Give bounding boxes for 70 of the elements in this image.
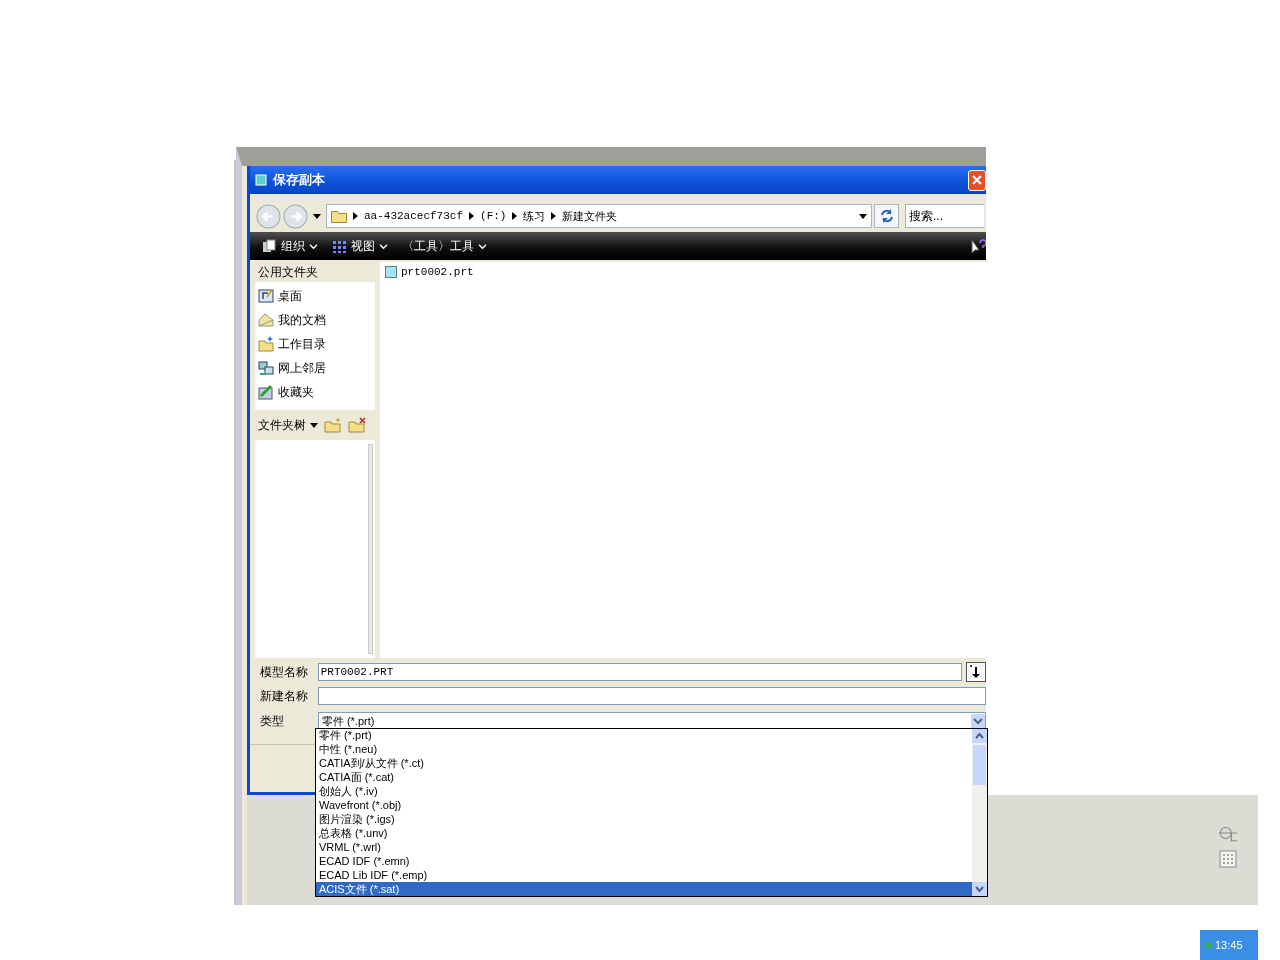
- dropdown-option[interactable]: ACIS文件 (*.sat): [316, 882, 972, 896]
- folder-tree-button[interactable]: 文件夹树: [258, 416, 318, 434]
- dropdown-option[interactable]: Wavefront (*.obj): [316, 798, 972, 812]
- model-name-field[interactable]: PRT0002.PRT: [317, 663, 963, 681]
- toolbar-button[interactable]: 组织: [262, 237, 318, 255]
- clock: 13:45: [1215, 939, 1243, 951]
- scrollbar[interactable]: [972, 729, 987, 896]
- field-label: 模型名称: [260, 663, 309, 681]
- dropdown-option[interactable]: 零件 (*.prt): [316, 728, 972, 742]
- dropdown-option[interactable]: CATIA面 (*.cat): [316, 770, 972, 784]
- chevron-icon[interactable]: [353, 212, 358, 220]
- help-icon[interactable]: [970, 238, 986, 254]
- sidebar-item[interactable]: 桌面: [255, 284, 375, 308]
- sidebar-item[interactable]: 收藏夹: [255, 380, 375, 404]
- close-button[interactable]: [968, 169, 986, 191]
- forward-icon[interactable]: [283, 203, 308, 229]
- dropdown-option[interactable]: CATIA到/从文件 (*.ct): [316, 756, 972, 770]
- breadcrumb[interactable]: (F:): [480, 210, 507, 222]
- favorites-icon: [258, 384, 274, 400]
- caret-icon: [478, 242, 487, 250]
- caret-icon[interactable]: [313, 213, 321, 219]
- dropdown-option[interactable]: 创始人 (*.iv): [316, 784, 972, 798]
- dropdown-option[interactable]: 总表格 (*.unv): [316, 826, 972, 840]
- breadcrumb[interactable]: aa-432acecf73cf: [364, 210, 464, 222]
- scroll-up-icon[interactable]: [972, 729, 987, 743]
- part-file-icon: [385, 266, 397, 278]
- dropdown-option[interactable]: 图片渲染 (*.igs): [316, 812, 972, 826]
- address-field[interactable]: aa-432acecf73cf (F:) 练习 新建文件夹: [326, 204, 872, 228]
- caret-icon: [310, 422, 318, 428]
- scrollbar[interactable]: [368, 444, 373, 654]
- new-name-field[interactable]: [317, 687, 986, 705]
- caret-icon: [379, 242, 388, 250]
- search-field[interactable]: 搜索...: [905, 204, 984, 228]
- chevron-icon[interactable]: [551, 212, 557, 220]
- view-grid-icon: [332, 238, 347, 254]
- caret-icon: [971, 714, 985, 728]
- chevron-icon[interactable]: [512, 212, 518, 220]
- documents-icon: [262, 238, 277, 254]
- close-icon[interactable]: [972, 175, 982, 185]
- network-icon: [258, 360, 274, 376]
- sidebar-heading: 公用文件夹: [257, 263, 319, 281]
- dropdown-option[interactable]: ECAD IDF (*.emn): [316, 854, 972, 868]
- delete-folder-icon[interactable]: [348, 417, 366, 433]
- folder-icon: [331, 209, 347, 223]
- file-item[interactable]: prt0002.prt: [385, 266, 474, 278]
- desktop-icon: [258, 288, 274, 304]
- dropdown-option[interactable]: VRML (*.wrl): [316, 840, 972, 854]
- document-folder-icon: [258, 312, 274, 328]
- window-title: 保存副本: [273, 171, 326, 189]
- chevron-icon[interactable]: [469, 212, 475, 220]
- caret-icon: [309, 242, 318, 250]
- circle-corner-icon[interactable]: [1218, 824, 1238, 842]
- back-icon[interactable]: [256, 203, 281, 229]
- sidebar-item[interactable]: 工作目录: [255, 332, 375, 356]
- sidebar-item[interactable]: 网上邻居: [255, 356, 375, 380]
- window-icon: [255, 174, 267, 186]
- grid-icon[interactable]: [1218, 850, 1238, 868]
- dropdown-option[interactable]: 中性 (*.neu): [316, 742, 972, 756]
- caret-icon[interactable]: [859, 213, 867, 219]
- toolbar-button[interactable]: 视图: [332, 237, 388, 255]
- scroll-thumb[interactable]: [973, 745, 986, 785]
- breadcrumb[interactable]: 新建文件夹: [562, 208, 618, 224]
- sidebar-item[interactable]: 我的文档: [255, 308, 375, 332]
- field-label: 类型: [260, 712, 285, 730]
- toolbar-button[interactable]: 〈工具〉工具: [402, 237, 487, 255]
- scroll-down-icon[interactable]: [972, 882, 987, 896]
- dropdown-option[interactable]: ECAD Lib IDF (*.emp): [316, 868, 972, 882]
- folder-star-icon: [258, 336, 274, 352]
- field-label: 新建名称: [260, 687, 309, 705]
- breadcrumb[interactable]: 练习: [523, 208, 546, 224]
